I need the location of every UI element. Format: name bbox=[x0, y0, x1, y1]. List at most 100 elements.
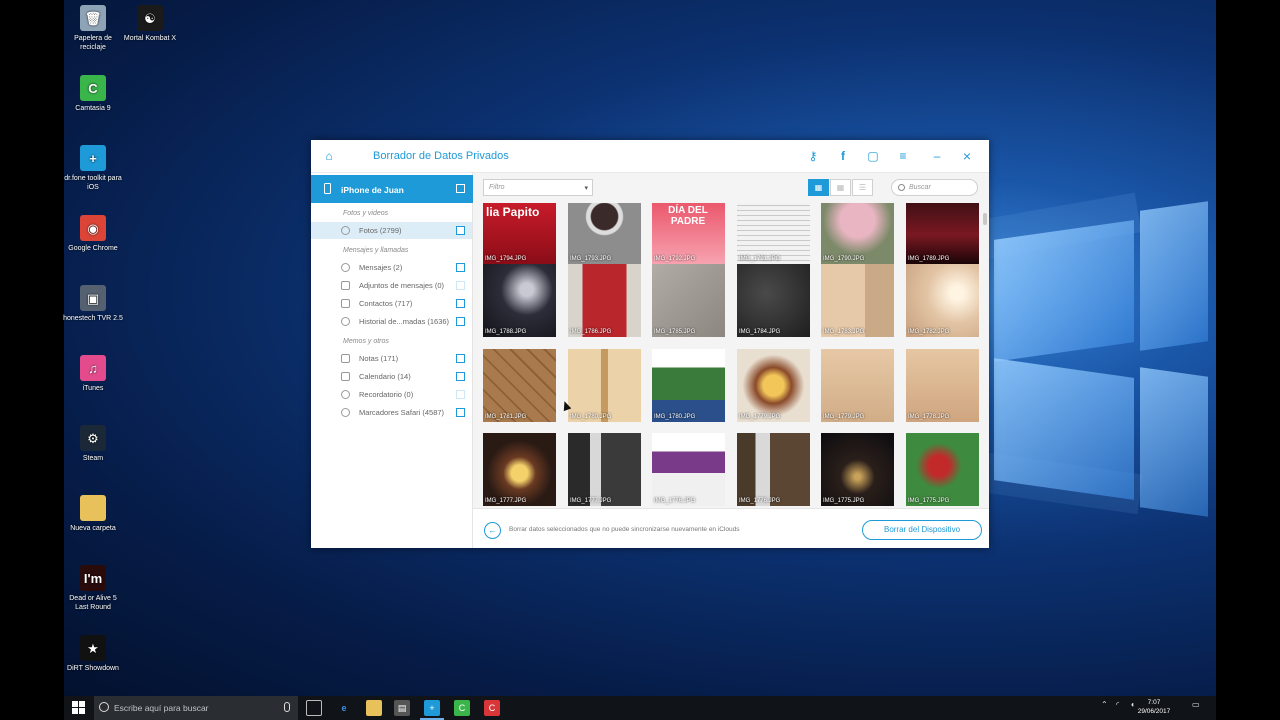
desktop-icon[interactable]: ⚙ Steam bbox=[62, 425, 124, 463]
facebook-icon[interactable]: f bbox=[835, 148, 851, 164]
desktop-icon[interactable]: ◉ Google Chrome bbox=[62, 215, 124, 253]
photo-thumbnail[interactable]: IMG_1780.JPG bbox=[568, 349, 641, 422]
sidebar-item-calendario[interactable]: Calendario (14) bbox=[311, 368, 472, 385]
back-button[interactable]: ← bbox=[484, 522, 501, 539]
edge-icon[interactable]: e bbox=[336, 700, 352, 716]
checkbox[interactable] bbox=[456, 281, 465, 290]
photo-filename: IMG_1784.JPG bbox=[739, 329, 781, 335]
checkbox[interactable] bbox=[456, 372, 465, 381]
desktop-icon-label: Google Chrome bbox=[68, 245, 118, 252]
drfone-taskbar-icon[interactable]: + bbox=[420, 700, 444, 720]
sidebar-item-notas[interactable]: Notas (171) bbox=[311, 350, 472, 367]
photo-thumbnail[interactable]: IMG_1778.JPG bbox=[906, 349, 979, 422]
photo-thumbnail[interactable]: IMG_1775.JPG bbox=[906, 433, 979, 506]
photo-thumbnail[interactable]: DÍA DEL PADRE IMG_1792.JPG bbox=[652, 203, 725, 264]
sidebar-item-adjuntos[interactable]: Adjuntos de mensajes (0) bbox=[311, 277, 472, 294]
photo-thumbnail[interactable]: lia Papito IMG_1794.JPG bbox=[483, 203, 556, 264]
device-header[interactable]: iPhone de Juan bbox=[311, 175, 473, 203]
checkbox[interactable] bbox=[456, 263, 465, 272]
checkbox[interactable] bbox=[456, 317, 465, 326]
checkbox[interactable] bbox=[456, 354, 465, 363]
sidebar-item-mensajes[interactable]: Mensajes (2) bbox=[311, 259, 472, 276]
device-checkbox[interactable] bbox=[456, 184, 465, 193]
photo-thumbnail[interactable]: IMG_1783.JPG bbox=[821, 264, 894, 337]
sidebar-item-label: Marcadores Safari (4587) bbox=[359, 408, 445, 417]
minimize-icon[interactable]: – bbox=[929, 148, 945, 164]
scrollbar[interactable] bbox=[983, 213, 987, 225]
photo-thumbnail[interactable]: IMG_1784.JPG bbox=[737, 264, 810, 337]
microphone-icon[interactable] bbox=[284, 702, 290, 712]
photo-filename: IMG_1777.JPG bbox=[485, 498, 527, 504]
photo-thumbnail[interactable]: IMG_1775.JPG bbox=[821, 433, 894, 506]
photo-thumbnail[interactable]: IMG_1789.JPG bbox=[906, 203, 979, 264]
photo-thumbnail[interactable]: IMG_1776.JPG bbox=[652, 433, 725, 506]
network-icon[interactable]: ◜ bbox=[1116, 700, 1119, 709]
erase-from-device-button[interactable]: Borrar del Dispositivo bbox=[862, 520, 982, 540]
photo-filename: IMG_1775.JPG bbox=[908, 498, 950, 504]
clock[interactable]: 7:07 29/06/2017 bbox=[1132, 698, 1176, 716]
phone-call-icon bbox=[341, 317, 350, 326]
chrome-icon: ◉ bbox=[80, 215, 106, 241]
window-title: Borrador de Datos Privados bbox=[373, 150, 509, 162]
camtasia-recorder-icon[interactable]: C bbox=[484, 700, 500, 716]
camtasia-taskbar-icon[interactable]: C bbox=[454, 700, 470, 716]
feedback-icon[interactable]: ▢ bbox=[865, 148, 881, 164]
task-view-icon[interactable] bbox=[306, 700, 322, 716]
photo-thumbnail[interactable]: IMG_1782.JPG bbox=[906, 264, 979, 337]
photo-thumbnail[interactable]: IMG_1779.JPG bbox=[821, 349, 894, 422]
photo-thumbnail[interactable]: IMG_1780.JPG bbox=[652, 349, 725, 422]
file-explorer-icon[interactable] bbox=[366, 700, 382, 716]
checkbox[interactable] bbox=[456, 408, 465, 417]
checkbox[interactable] bbox=[456, 226, 465, 235]
sidebar-item-marcadores[interactable]: Marcadores Safari (4587) bbox=[311, 404, 472, 421]
desktop-icon[interactable]: + dr.fone toolkit para iOS bbox=[62, 145, 124, 192]
home-icon[interactable]: ⌂ bbox=[321, 148, 337, 164]
photo-thumbnail[interactable]: IMG_1785.JPG bbox=[652, 264, 725, 337]
chevron-up-icon[interactable]: ⌃ bbox=[1101, 700, 1108, 709]
sidebar-item-fotos[interactable]: Fotos (2799) bbox=[311, 222, 472, 239]
sidebar-item-historial[interactable]: Historial de...madas (1636) bbox=[311, 313, 472, 330]
search-input[interactable]: Buscar bbox=[891, 179, 978, 196]
photo-filename: IMG_1776.JPG bbox=[739, 498, 781, 504]
photo-thumbnail[interactable]: IMG_1791.JPG bbox=[737, 203, 810, 264]
photo-thumbnail[interactable]: IMG_1776.JPG bbox=[737, 433, 810, 506]
photo-thumbnail[interactable]: IMG_1790.JPG bbox=[821, 203, 894, 264]
small-grid-view-icon[interactable]: ▦ bbox=[830, 179, 851, 196]
photo-thumbnail[interactable]: IMG_1777.JPG bbox=[483, 433, 556, 506]
photo-thumbnail[interactable]: IMG_1786.JPG bbox=[568, 264, 641, 337]
app-window[interactable]: ⌂ Borrador de Datos Privados ⚷ f ▢ ≡ – ×… bbox=[311, 140, 989, 548]
photo-filename: IMG_1782.JPG bbox=[908, 329, 950, 335]
titlebar[interactable]: ⌂ Borrador de Datos Privados ⚷ f ▢ ≡ – × bbox=[311, 140, 989, 173]
sidebar-item-contactos[interactable]: Contactos (717) bbox=[311, 295, 472, 312]
photo-filename: IMG_1780.JPG bbox=[654, 414, 696, 420]
desktop-icon[interactable]: ▣ honestech TVR 2.5 bbox=[62, 285, 124, 323]
grid-view-icon[interactable]: ▦ bbox=[808, 179, 829, 196]
mortal-kombat-icon: ☯ bbox=[137, 5, 163, 31]
photo-thumbnail[interactable]: IMG_1793.JPG bbox=[568, 203, 641, 264]
menu-icon[interactable]: ≡ bbox=[895, 148, 911, 164]
desktop-icon-label: DiRT Showdown bbox=[67, 665, 119, 672]
checkbox[interactable] bbox=[456, 390, 465, 399]
doa5-icon: I'm bbox=[80, 565, 106, 591]
desktop-icon[interactable]: ♫ iTunes bbox=[62, 355, 124, 393]
filter-dropdown[interactable]: Filtro ▾ bbox=[483, 179, 593, 196]
taskbar-search-input[interactable]: Escribe aquí para buscar bbox=[94, 696, 298, 720]
photo-thumbnail[interactable]: IMG_1788.JPG bbox=[483, 264, 556, 337]
notification-icon[interactable]: ▭ bbox=[1192, 700, 1200, 709]
sidebar-item-recordatorio[interactable]: Recordatorio (0) bbox=[311, 386, 472, 403]
key-icon[interactable]: ⚷ bbox=[805, 148, 821, 164]
windows-start-icon[interactable] bbox=[72, 701, 85, 714]
photo-thumbnail[interactable]: IMG_1779.JPG bbox=[737, 349, 810, 422]
desktop-icon[interactable]: ★ DiRT Showdown bbox=[62, 635, 124, 673]
desktop-icon[interactable]: ☯ Mortal Kombat X bbox=[119, 5, 181, 43]
photo-thumbnail[interactable]: IMG_1777.JPG bbox=[568, 433, 641, 506]
checkbox[interactable] bbox=[456, 299, 465, 308]
list-view-icon[interactable]: ☰ bbox=[852, 179, 873, 196]
close-icon[interactable]: × bbox=[959, 148, 975, 164]
photo-thumbnail[interactable]: IMG_1781.JPG bbox=[483, 349, 556, 422]
store-icon[interactable]: ▤ bbox=[394, 700, 410, 716]
desktop-icon[interactable]: 🗑 Papelera de reciclaje bbox=[62, 5, 124, 52]
desktop-icon[interactable]: I'm Dead or Alive 5 Last Round bbox=[62, 565, 124, 612]
desktop-icon[interactable]: Nueva carpeta bbox=[62, 495, 124, 533]
desktop-icon[interactable]: C Camtasia 9 bbox=[62, 75, 124, 113]
